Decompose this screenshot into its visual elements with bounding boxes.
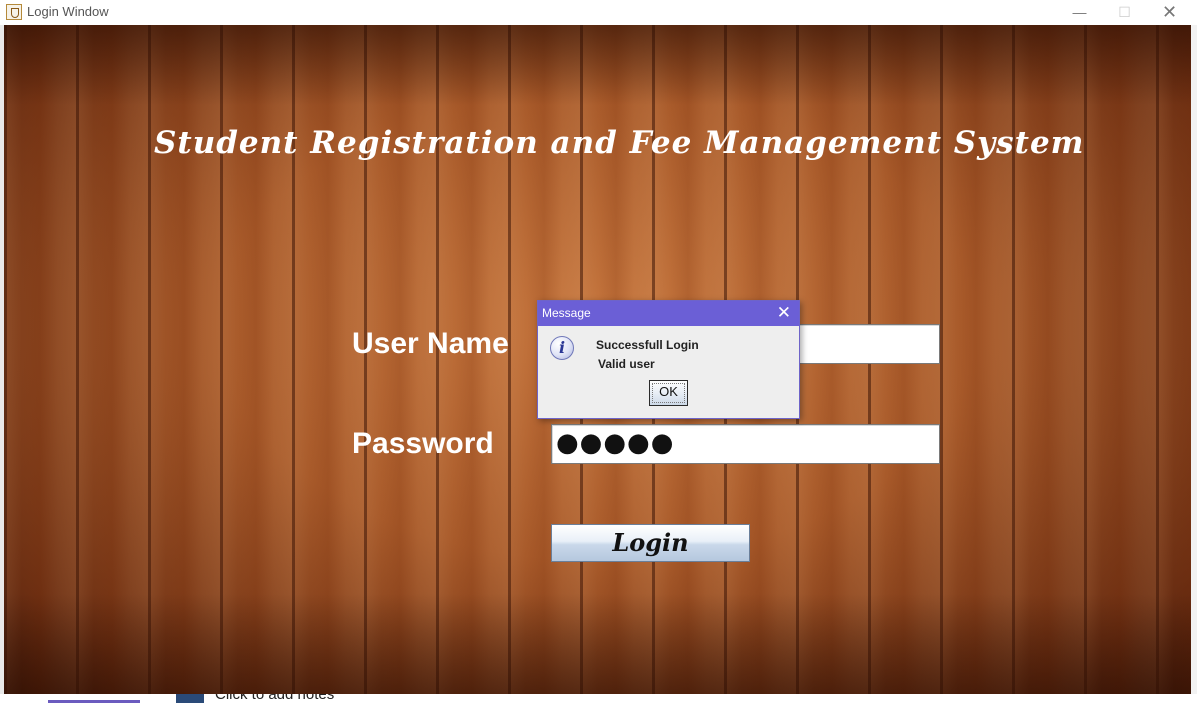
login-window: Login Window — ☐ ✕ Student Registration … xyxy=(0,0,1192,694)
message-dialog: Message ✕ i Successfull Login Valid user… xyxy=(537,300,800,419)
minimize-button[interactable]: — xyxy=(1057,0,1102,25)
app-title: Student Registration and Fee Management … xyxy=(154,125,1085,161)
dialog-title: Message xyxy=(542,306,591,320)
password-field[interactable]: ●●●●● xyxy=(551,424,940,464)
background-app-strip: Click to add notes xyxy=(0,694,1197,703)
close-button[interactable]: ✕ xyxy=(1147,0,1192,25)
dialog-titlebar[interactable]: Message ✕ xyxy=(538,301,799,326)
dialog-ok-button[interactable]: OK xyxy=(649,380,688,406)
username-label: User Name xyxy=(352,327,509,360)
dialog-message-line1: Successfull Login xyxy=(596,338,699,352)
notes-placeholder[interactable]: Click to add notes xyxy=(215,694,334,703)
maximize-button[interactable]: ☐ xyxy=(1102,0,1147,25)
window-titlebar[interactable]: Login Window — ☐ ✕ xyxy=(0,0,1192,25)
password-label: Password xyxy=(352,427,494,460)
login-button[interactable]: Login xyxy=(551,524,750,562)
window-title: Login Window xyxy=(27,4,109,19)
java-app-icon xyxy=(6,4,22,20)
notes-icon xyxy=(176,694,204,703)
dialog-message-line2: Valid user xyxy=(598,357,655,371)
info-icon: i xyxy=(550,336,574,360)
dialog-close-icon[interactable]: ✕ xyxy=(777,303,791,323)
